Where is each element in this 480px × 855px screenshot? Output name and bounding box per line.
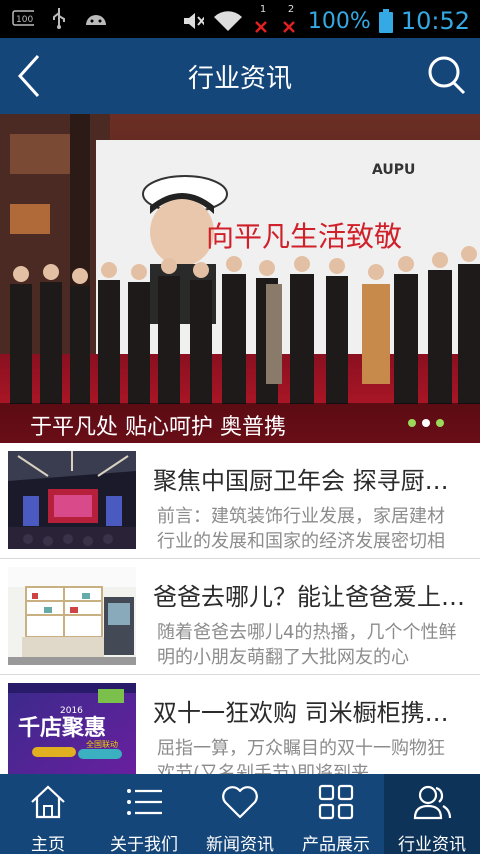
carousel-dots xyxy=(408,419,444,427)
status-bar: 100 1 2 100% 10:52 xyxy=(0,0,480,38)
carousel-dot-active[interactable] xyxy=(422,419,430,427)
tab-news[interactable]: 新闻资讯 xyxy=(192,774,288,855)
search-button[interactable] xyxy=(424,52,470,100)
bottom-tab-bar: 主页 关于我们 新闻资讯 产品展示 行业资讯 xyxy=(0,774,480,855)
banner-slogan: 向平凡生活致敬 xyxy=(206,220,402,253)
news-thumbnail xyxy=(8,567,136,665)
tab-label: 产品展示 xyxy=(302,835,370,855)
clock-time: 10:52 xyxy=(400,7,470,35)
home-icon xyxy=(31,785,65,819)
page-title: 行业资讯 xyxy=(187,64,292,94)
battery-icon xyxy=(378,9,393,33)
news-summary: 随着爸爸去哪儿4的热播，几个个性鲜明的小朋友萌翻了大批网友的心 xyxy=(157,622,457,668)
tab-label: 新闻资讯 xyxy=(206,835,274,855)
tab-label: 行业资讯 xyxy=(398,835,466,855)
usb-100-icon: 100 xyxy=(12,8,34,28)
news-thumbnail xyxy=(8,451,136,549)
news-title: 双十一狂欢购 司米橱柜携手天猫 xyxy=(153,699,468,727)
tab-products[interactable]: 产品展示 xyxy=(288,774,384,855)
thumb-headline: 千店聚惠 xyxy=(18,716,106,741)
wifi-icon xyxy=(212,11,244,31)
banner-image: 向平凡生活致敬 AUPU xyxy=(0,114,480,443)
banner-brand: AUPU xyxy=(372,162,415,178)
news-summary: 前言：建筑装饰行业发展，家居建材行业的发展和国家的经济发展密切相关 xyxy=(157,506,445,552)
banner-carousel[interactable]: 向平凡生活致敬 AUPU 于平凡处 贴心呵护 奥普携 xyxy=(0,114,480,443)
thumb-sub: 全国联动 xyxy=(86,739,118,749)
news-list: 聚焦中国厨卫年会 探寻厨卫行业发展 前言：建筑装饰行业发展，家居建材行业的发展和… xyxy=(0,443,480,791)
carousel-dot[interactable] xyxy=(408,419,416,427)
sim2-no-signal-icon: 2 xyxy=(280,4,300,36)
thumb-year: 2016 xyxy=(60,706,83,716)
tab-home[interactable]: 主页 xyxy=(0,774,96,855)
search-icon xyxy=(428,56,466,95)
tab-label: 关于我们 xyxy=(110,835,178,855)
sim1-no-signal-icon: 1 xyxy=(252,4,272,36)
mute-icon xyxy=(182,11,204,31)
news-list-item[interactable]: 聚焦中国厨卫年会 探寻厨卫行业发展 前言：建筑装饰行业发展，家居建材行业的发展和… xyxy=(0,443,480,559)
news-title: 爸爸去哪儿？能让爸爸爱上厨房的地方 xyxy=(153,583,468,611)
tab-label: 主页 xyxy=(31,835,65,855)
banner-caption: 于平凡处 贴心呵护 奥普携 xyxy=(30,415,286,440)
battery-percent: 100% xyxy=(307,8,371,34)
usb-icon xyxy=(48,8,70,29)
svg-text:100: 100 xyxy=(16,15,33,25)
news-title: 聚焦中国厨卫年会 探寻厨卫行业发展 xyxy=(153,467,468,495)
users-icon xyxy=(413,785,452,820)
tab-industry-news[interactable]: 行业资讯 xyxy=(384,774,480,855)
android-icon xyxy=(84,8,106,28)
grid-icon xyxy=(318,784,354,820)
heart-icon xyxy=(222,786,258,819)
news-list-item[interactable]: 爸爸去哪儿？能让爸爸爱上厨房的地方 随着爸爸去哪儿4的热播，几个个性鲜明的小朋友… xyxy=(0,559,480,675)
tab-about-us[interactable]: 关于我们 xyxy=(96,774,192,855)
list-icon xyxy=(127,789,162,815)
news-thumbnail: 2016 千店聚惠 全国联动 xyxy=(8,683,136,781)
banner-caption-bar: 于平凡处 贴心呵护 奥普携 xyxy=(0,403,480,443)
app-bar: 行业资讯 xyxy=(0,38,480,114)
carousel-dot[interactable] xyxy=(436,419,444,427)
